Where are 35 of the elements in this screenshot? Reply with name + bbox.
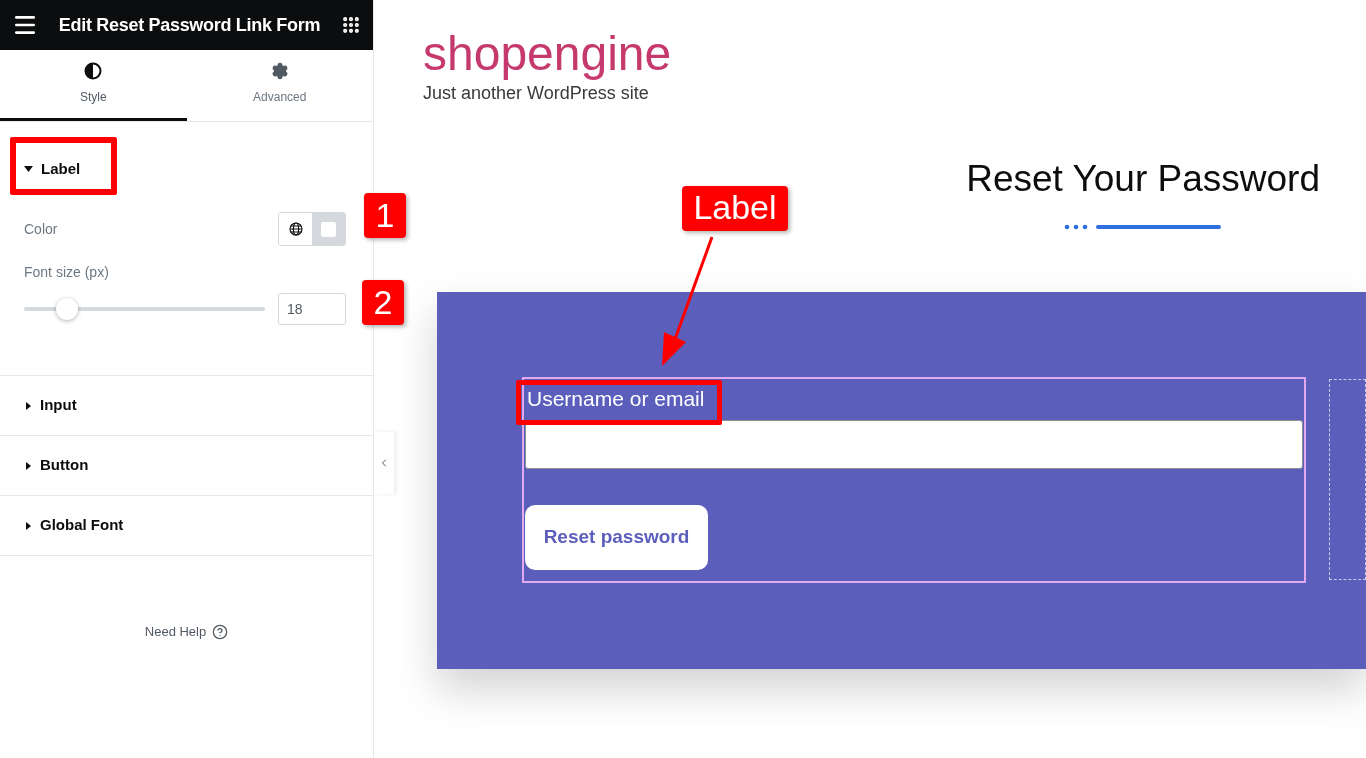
section-header[interactable]: Label <box>24 149 81 189</box>
apps-grid-icon[interactable] <box>341 15 361 35</box>
collapse-handle[interactable] <box>374 432 394 494</box>
color-swatch[interactable] <box>321 221 336 237</box>
section-header[interactable]: Global Font <box>0 496 373 556</box>
panel-tab[interactable]: Style <box>0 50 187 121</box>
field-label: Username or email <box>527 387 705 411</box>
settings-icon <box>270 62 289 80</box>
section-header[interactable]: Button <box>0 436 373 496</box>
help-icon[interactable] <box>212 623 229 640</box>
site-title[interactable]: shopengine <box>423 26 1366 82</box>
number-callout: 1 <box>364 193 406 238</box>
caret-right-icon <box>26 461 31 470</box>
caret-right-icon <box>26 521 31 530</box>
caret-right-icon <box>26 401 31 410</box>
label-callout: Label <box>682 186 788 231</box>
number-callout: 2 <box>362 280 404 325</box>
heading-divider-icon <box>1064 224 1223 230</box>
panel-title: Edit Reset Password Link Form <box>58 13 321 37</box>
slider-thumb[interactable] <box>56 298 79 320</box>
site-tagline: Just another WordPress site <box>423 82 650 104</box>
reset-password-button[interactable]: Reset password <box>525 505 708 570</box>
caret-down-icon <box>24 166 33 172</box>
control-label: Color <box>24 219 58 239</box>
slider[interactable] <box>24 298 265 320</box>
globe-icon <box>288 222 303 236</box>
page-heading: Reset Your Password <box>966 157 1320 201</box>
control-label: Font size (px) <box>24 264 110 280</box>
number-field[interactable]: 18 <box>278 293 346 325</box>
panel-tab[interactable]: Advanced <box>186 50 373 121</box>
contrast-icon <box>84 62 103 80</box>
section-header[interactable]: Input <box>0 376 373 436</box>
input-field[interactable] <box>525 420 1303 469</box>
color-picker[interactable] <box>278 212 346 246</box>
help-link[interactable]: Need Help <box>144 622 207 642</box>
